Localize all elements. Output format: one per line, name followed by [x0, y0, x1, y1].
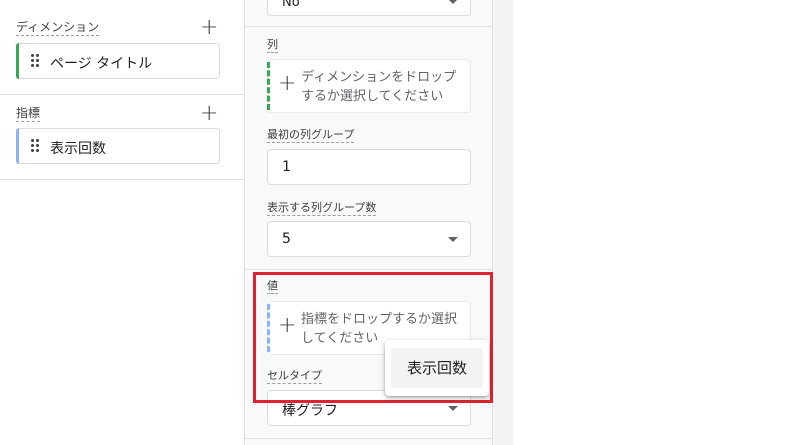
dimension-chip-page-title[interactable]: ページ タイトル [16, 43, 220, 79]
metric-color-bar [16, 128, 19, 164]
column-groups-shown-label: 表示する列グループ数 [267, 201, 377, 216]
variables-panel: ディメンション + ページ タイトル 指標 + 表示回数 [0, 0, 244, 445]
first-column-group-value: 1 [282, 159, 291, 175]
section-divider [245, 438, 493, 439]
top-select-value: No [282, 0, 300, 10]
chevron-down-icon [448, 406, 458, 411]
columns-dash-bar [267, 62, 270, 110]
metrics-title: 指標 [16, 106, 41, 122]
dimensions-title: ディメンション [16, 20, 100, 36]
section-divider [0, 179, 244, 180]
drag-handle-icon[interactable] [31, 139, 39, 153]
first-column-group-input[interactable]: 1 [267, 149, 471, 185]
section-divider [245, 269, 493, 270]
chevron-down-icon [448, 0, 458, 4]
drag-popup[interactable]: 表示回数 [385, 340, 489, 396]
cell-type-value: 棒グラフ [282, 403, 338, 419]
columns-drop-text: ディメンションをドロップするか選択してください [301, 70, 457, 104]
chevron-down-icon [448, 237, 458, 242]
plus-icon: + [278, 71, 297, 96]
columns-label: 列 [267, 38, 278, 53]
drag-handle-icon[interactable] [31, 54, 39, 68]
metric-chip-label: 表示回数 [50, 141, 106, 157]
add-dimension-plus-icon[interactable]: + [200, 17, 218, 39]
section-divider [245, 26, 493, 27]
popup-item-views[interactable]: 表示回数 [391, 348, 483, 388]
section-divider [0, 94, 244, 95]
metric-chip-views[interactable]: 表示回数 [16, 128, 220, 164]
column-groups-shown-select[interactable]: 5 [267, 221, 471, 257]
first-column-group-label: 最初の列グループ [267, 128, 355, 143]
right-panel-edge [492, 0, 513, 445]
dimension-color-bar [16, 43, 19, 79]
dimension-chip-label: ページ タイトル [50, 56, 153, 72]
top-select[interactable]: No [267, 0, 471, 16]
columns-drop-zone[interactable]: + ディメンションをドロップするか選択してください [267, 59, 471, 113]
column-groups-shown-value: 5 [282, 231, 291, 247]
add-metric-plus-icon[interactable]: + [200, 103, 218, 125]
